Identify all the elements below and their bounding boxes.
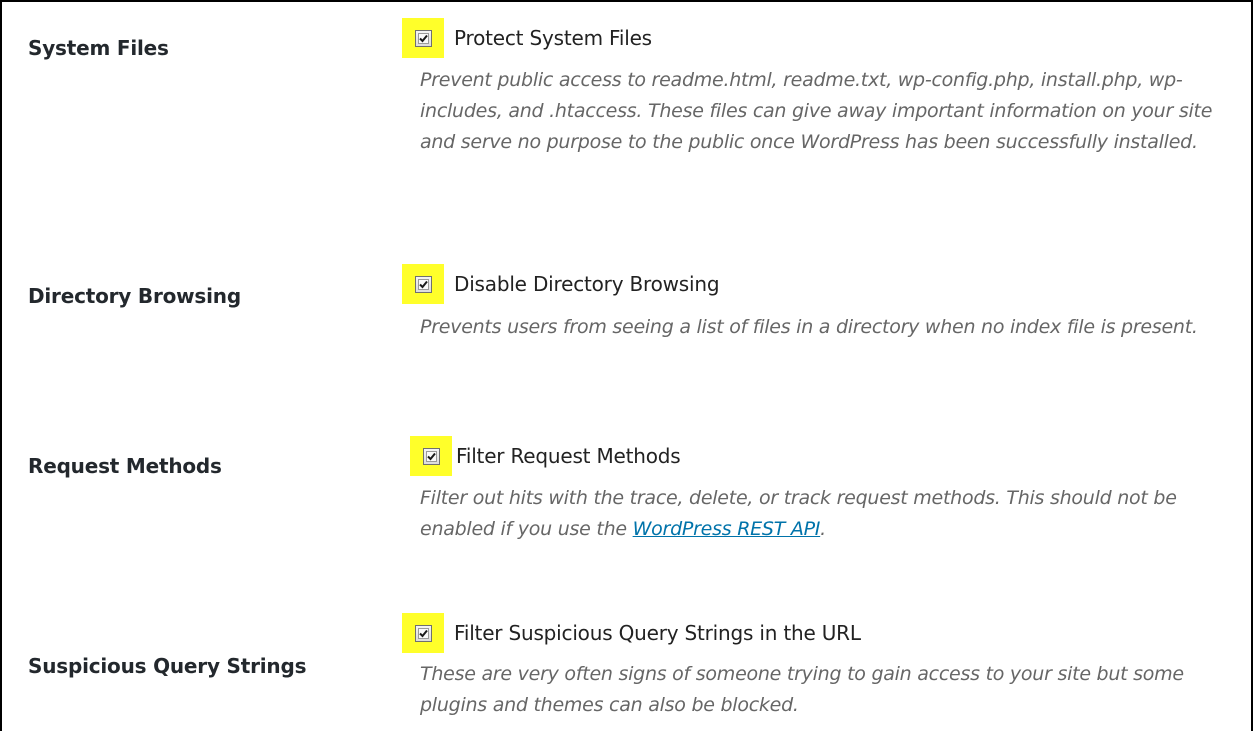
option-label[interactable]: Protect System Files — [454, 26, 652, 50]
checkbox-protect-system-files[interactable] — [414, 29, 432, 47]
wordpress-rest-api-link[interactable]: WordPress REST API — [633, 518, 821, 540]
highlight-marker — [402, 18, 444, 58]
description-text-end: . — [820, 518, 826, 540]
option-disable-directory-browsing[interactable]: Disable Directory Browsing — [402, 264, 720, 304]
highlight-marker — [402, 613, 444, 653]
option-filter-suspicious-query-strings[interactable]: Filter Suspicious Query Strings in the U… — [402, 613, 861, 653]
checkmark-icon — [417, 627, 429, 639]
checkbox-filter-request-methods[interactable] — [422, 447, 440, 465]
settings-panel: System Files Protect System Files Preven… — [0, 0, 1253, 731]
checkbox-disable-directory-browsing[interactable] — [414, 275, 432, 293]
option-filter-request-methods[interactable]: Filter Request Methods — [402, 436, 681, 476]
option-label[interactable]: Filter Request Methods — [456, 444, 681, 468]
setting-description: These are very often signs of someone tr… — [420, 663, 1184, 716]
setting-label: Directory Browsing — [28, 284, 241, 308]
setting-label: Suspicious Query Strings — [28, 654, 307, 678]
highlight-marker — [410, 436, 452, 476]
checkmark-icon — [417, 278, 429, 290]
highlight-marker — [402, 264, 444, 304]
checkbox-filter-suspicious-query-strings[interactable] — [414, 624, 432, 642]
setting-description: Filter out hits with the trace, delete, … — [420, 483, 1240, 545]
option-label[interactable]: Disable Directory Browsing — [454, 272, 720, 296]
checkmark-icon — [417, 32, 429, 44]
checkmark-icon — [425, 450, 437, 462]
setting-label: System Files — [28, 36, 169, 60]
setting-description: Prevent public access to readme.html, re… — [420, 69, 1213, 153]
option-label[interactable]: Filter Suspicious Query Strings in the U… — [454, 621, 861, 645]
setting-description: Prevents users from seeing a list of fil… — [420, 316, 1198, 338]
option-protect-system-files[interactable]: Protect System Files — [402, 18, 652, 58]
setting-label: Request Methods — [28, 454, 222, 478]
